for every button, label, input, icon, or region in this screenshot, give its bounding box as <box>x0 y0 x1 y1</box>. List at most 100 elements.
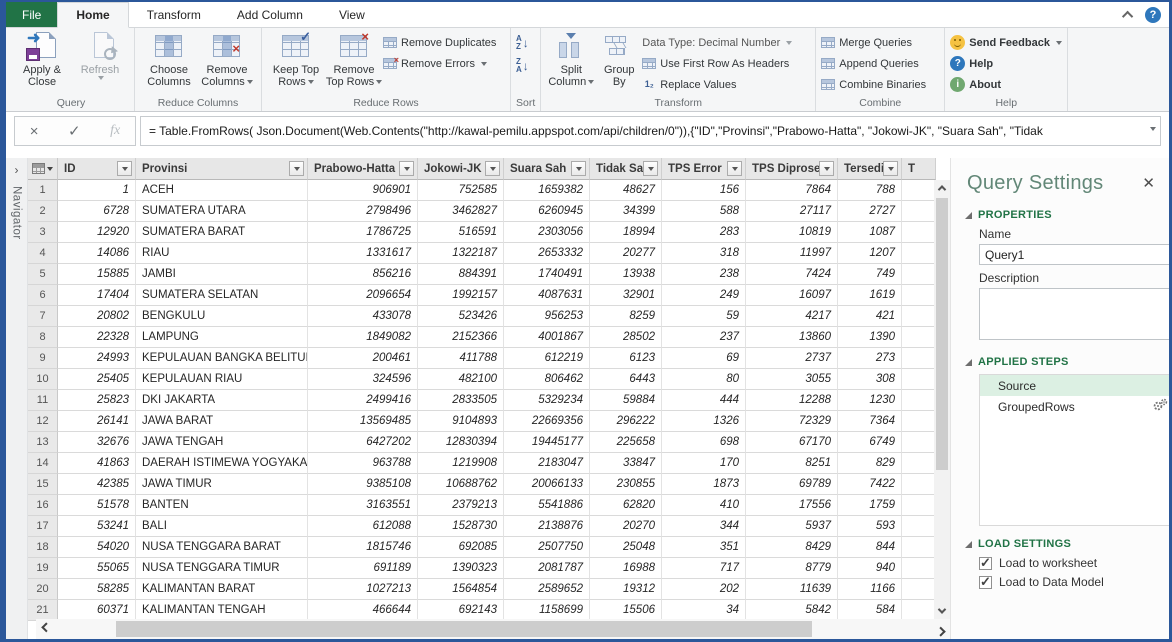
grid-cell[interactable]: 3163551 <box>308 495 418 516</box>
grid-cell[interactable]: 13860 <box>746 327 838 348</box>
grid-cell[interactable]: 15506 <box>590 600 662 621</box>
use-first-row-as-headers-button[interactable]: Use First Row As Headers <box>642 55 810 72</box>
tab-home[interactable]: Home <box>57 2 128 28</box>
choose-columns-button[interactable]: Choose Columns <box>140 30 198 88</box>
grid-cell[interactable]: 9104893 <box>418 411 504 432</box>
grid-cell[interactable]: 283 <box>662 222 746 243</box>
grid-cell[interactable]: 6260945 <box>504 201 590 222</box>
tab-transform[interactable]: Transform <box>129 2 219 27</box>
remove-top-rows-button[interactable]: × Remove Top Rows <box>325 30 383 88</box>
grid-cell[interactable]: 69 <box>662 348 746 369</box>
grid-cell[interactable]: 15885 <box>58 264 136 285</box>
filter-icon[interactable] <box>571 161 586 176</box>
grid-cell[interactable]: 20802 <box>58 306 136 327</box>
split-column-button[interactable]: Split Column <box>546 30 596 88</box>
grid-cell[interactable] <box>902 474 936 495</box>
grid-cell[interactable]: 69789 <box>746 474 838 495</box>
grid-cell[interactable]: 788 <box>838 180 902 201</box>
formula-accept-icon[interactable]: ✓ <box>68 122 81 140</box>
grid-cell[interactable] <box>902 264 936 285</box>
row-number[interactable]: 1 <box>28 180 58 201</box>
grid-cell[interactable]: 410 <box>662 495 746 516</box>
collapse-ribbon-icon[interactable] <box>1122 11 1133 22</box>
grid-cell[interactable]: 308 <box>838 369 902 390</box>
row-number[interactable]: 19 <box>28 558 58 579</box>
grid-cell[interactable]: 2152366 <box>418 327 504 348</box>
grid-cell[interactable]: 230855 <box>590 474 662 495</box>
grid-cell[interactable]: 1815746 <box>308 537 418 558</box>
grid-cell[interactable]: 58285 <box>58 579 136 600</box>
grid-cell[interactable]: 2499416 <box>308 390 418 411</box>
window-help-icon[interactable]: ? <box>1145 7 1161 23</box>
grid-cell[interactable]: 22669356 <box>504 411 590 432</box>
grid-cell[interactable]: 717 <box>662 558 746 579</box>
grid-cell[interactable]: 1873 <box>662 474 746 495</box>
row-number[interactable]: 6 <box>28 285 58 306</box>
grid-cell[interactable] <box>902 306 936 327</box>
tab-file[interactable]: File <box>6 2 57 27</box>
grid-cell[interactable]: KALIMANTAN BARAT <box>136 579 308 600</box>
grid-cell[interactable] <box>902 180 936 201</box>
grid-cell[interactable]: 1166 <box>838 579 902 600</box>
grid-cell[interactable]: 8779 <box>746 558 838 579</box>
grid-cell[interactable]: 612219 <box>504 348 590 369</box>
grid-cell[interactable]: 273 <box>838 348 902 369</box>
grid-cell[interactable]: 584 <box>838 600 902 621</box>
grid-cell[interactable]: 156 <box>662 180 746 201</box>
grid-cell[interactable] <box>902 201 936 222</box>
grid-cell[interactable]: 8251 <box>746 453 838 474</box>
table-corner-button[interactable] <box>28 158 58 180</box>
row-number[interactable]: 4 <box>28 243 58 264</box>
append-queries-button[interactable]: Append Queries <box>821 55 939 72</box>
grid-cell[interactable]: 4001867 <box>504 327 590 348</box>
grid-cell[interactable]: 318 <box>662 243 746 264</box>
grid-cell[interactable]: KALIMANTAN TENGAH <box>136 600 308 621</box>
apply-close-button[interactable]: ➜ Apply & Close <box>13 30 71 88</box>
grid-cell[interactable] <box>902 432 936 453</box>
grid-cell[interactable]: 956253 <box>504 306 590 327</box>
grid-cell[interactable]: 344 <box>662 516 746 537</box>
grid-cell[interactable]: 698 <box>662 432 746 453</box>
grid-cell[interactable]: 1219908 <box>418 453 504 474</box>
grid-cell[interactable]: 2737 <box>746 348 838 369</box>
checkbox-icon[interactable] <box>979 557 992 570</box>
grid-cell[interactable]: 752585 <box>418 180 504 201</box>
sort-ascending-button[interactable]: AZ↓ <box>516 34 534 51</box>
grid-cell[interactable]: 1 <box>58 180 136 201</box>
grid-cell[interactable]: 411788 <box>418 348 504 369</box>
grid-cell[interactable]: 7424 <box>746 264 838 285</box>
sort-descending-button[interactable]: ZA↓ <box>516 57 534 74</box>
row-number[interactable]: 2 <box>28 201 58 222</box>
grid-cell[interactable]: 170 <box>662 453 746 474</box>
combine-binaries-button[interactable]: Combine Binaries <box>821 76 939 93</box>
filter-icon[interactable] <box>399 161 414 176</box>
grid-cell[interactable]: 4087631 <box>504 285 590 306</box>
grid-cell[interactable]: 2303056 <box>504 222 590 243</box>
grid-cell[interactable]: 249 <box>662 285 746 306</box>
grid-cell[interactable]: 20270 <box>590 516 662 537</box>
grid-cell[interactable] <box>902 516 936 537</box>
grid-cell[interactable]: 1230 <box>838 390 902 411</box>
grid-cell[interactable]: 11997 <box>746 243 838 264</box>
grid-cell[interactable]: 41863 <box>58 453 136 474</box>
grid-cell[interactable]: 32676 <box>58 432 136 453</box>
group-by-button[interactable]: Group By <box>596 30 642 88</box>
grid-cell[interactable]: 1992157 <box>418 285 504 306</box>
grid-cell[interactable]: 749 <box>838 264 902 285</box>
remove-columns-button[interactable]: × Remove Columns <box>198 30 256 88</box>
grid-cell[interactable]: SUMATERA UTARA <box>136 201 308 222</box>
filter-icon[interactable] <box>643 161 658 176</box>
grid-cell[interactable]: 10819 <box>746 222 838 243</box>
grid-cell[interactable]: KEPULAUAN BANGKA BELITUNG <box>136 348 308 369</box>
column-header-jokowi-jk[interactable]: Jokowi-JK <box>418 158 504 180</box>
horizontal-scroll-thumb[interactable] <box>116 621 812 637</box>
grid-cell[interactable]: 27117 <box>746 201 838 222</box>
grid-cell[interactable]: DKI JAKARTA <box>136 390 308 411</box>
grid-cell[interactable]: 16988 <box>590 558 662 579</box>
grid-cell[interactable]: 25823 <box>58 390 136 411</box>
grid-cell[interactable]: 9385108 <box>308 474 418 495</box>
merge-queries-button[interactable]: Merge Queries <box>821 34 939 51</box>
grid-cell[interactable]: 20277 <box>590 243 662 264</box>
grid-cell[interactable]: BALI <box>136 516 308 537</box>
grid-cell[interactable]: 34399 <box>590 201 662 222</box>
